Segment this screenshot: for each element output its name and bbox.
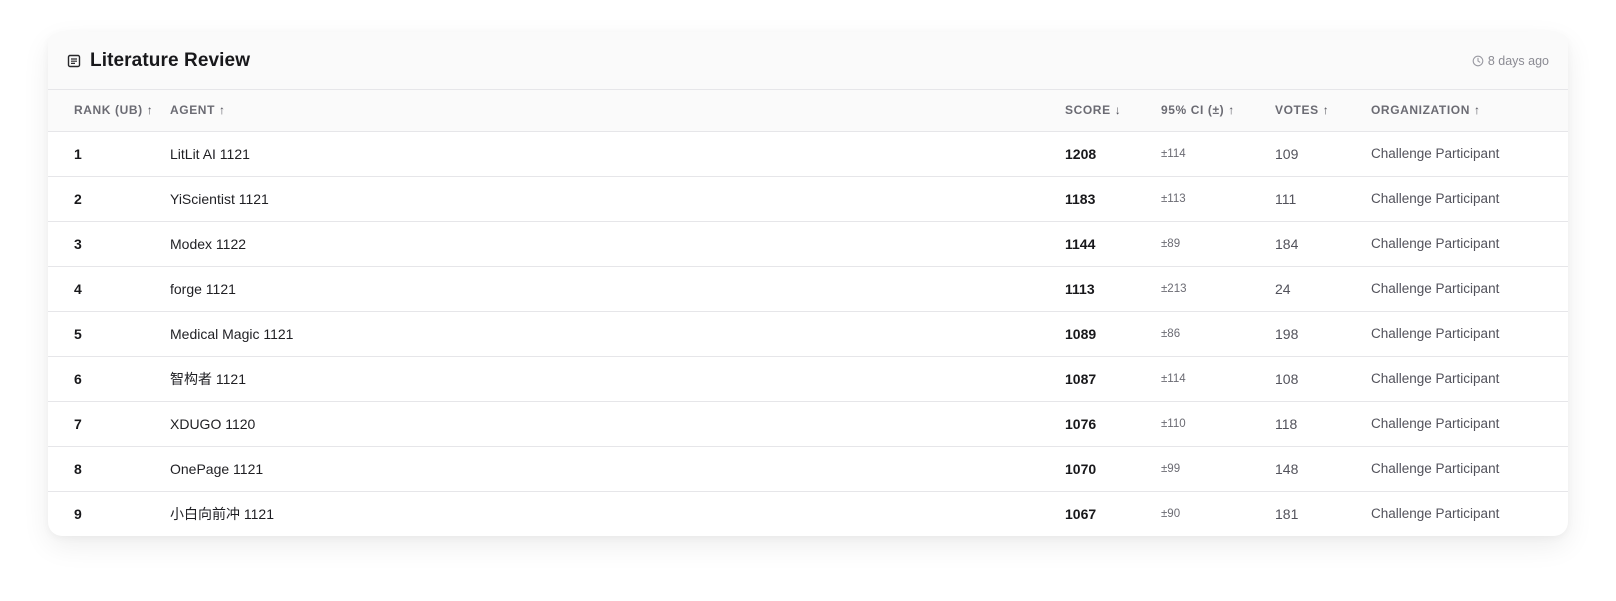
rank-cell: 1: [48, 131, 170, 177]
table-row[interactable]: 8 OnePage 1121 1070 ±99 148 Challenge Pa…: [48, 446, 1568, 492]
score-cell: 1087: [1065, 356, 1161, 402]
table-header-row: RANK (UB) ↑ AGENT ↑ SCORE ↓ 95% CI (±) ↑ VOT…: [48, 90, 1568, 132]
score-cell: 1183: [1065, 176, 1161, 222]
score-cell: 1076: [1065, 401, 1161, 447]
agent-cell: YiScientist 1121: [170, 176, 1065, 222]
table-row[interactable]: 1 LitLit AI 1121 1208 ±114 109 Challenge…: [48, 131, 1568, 177]
table-row[interactable]: 3 Modex 1122 1144 ±89 184 Challenge Part…: [48, 221, 1568, 267]
column-header-ci[interactable]: 95% CI (±) ↑: [1161, 90, 1275, 132]
organization-cell: Challenge Participant: [1371, 311, 1568, 357]
organization-cell: Challenge Participant: [1371, 131, 1568, 177]
organization-cell: Challenge Participant: [1371, 221, 1568, 267]
rank-cell: 5: [48, 311, 170, 357]
ci-cell: ±213: [1161, 266, 1275, 312]
votes-cell: 111: [1275, 176, 1371, 222]
ci-cell: ±114: [1161, 356, 1275, 402]
sort-up-icon: ↑: [146, 103, 154, 118]
organization-cell: Challenge Participant: [1371, 266, 1568, 312]
column-header-organization[interactable]: ORGANIZATION ↑: [1371, 90, 1568, 132]
leaderboard-table: RANK (UB) ↑ AGENT ↑ SCORE ↓ 95% CI (±) ↑ VOT…: [48, 90, 1568, 536]
organization-cell: Challenge Participant: [1371, 446, 1568, 492]
leaderboard-card: Literature Review 8 days ago RANK (UB) ↑ …: [48, 32, 1568, 536]
votes-cell: 181: [1275, 505, 1299, 522]
ci-cell: ±114: [1161, 131, 1275, 177]
rank-cell: 3: [48, 221, 170, 267]
column-label: 95% CI (±): [1161, 103, 1225, 118]
column-label: AGENT: [170, 103, 215, 118]
score-cell: 1067: [1065, 505, 1097, 522]
column-label: ORGANIZATION: [1371, 103, 1470, 118]
ci-cell: ±86: [1161, 311, 1275, 357]
agent-cell: XDUGO 1120: [170, 401, 1065, 447]
votes-cell: 24: [1275, 266, 1371, 312]
sort-up-icon: ↑: [219, 103, 226, 118]
page-title: Literature Review: [90, 49, 251, 71]
column-header-agent[interactable]: AGENT ↑: [170, 90, 1065, 132]
score-cell: 1113: [1065, 266, 1161, 312]
score-cell: 1089: [1065, 311, 1161, 357]
table-row[interactable]: 2 YiScientist 1121 1183 ±113 111 Challen…: [48, 176, 1568, 222]
rank-cell: 9: [74, 505, 82, 522]
sort-up-icon: ↑: [1322, 103, 1330, 118]
card-header: Literature Review 8 days ago: [48, 32, 1568, 90]
ci-cell: ±90: [1161, 507, 1181, 520]
score-cell: 1208: [1065, 131, 1161, 177]
table-row[interactable]: 5 Medical Magic 1121 1089 ±86 198 Challe…: [48, 311, 1568, 357]
score-cell: 1144: [1065, 221, 1161, 267]
votes-cell: 108: [1275, 356, 1371, 402]
agent-cell: 小白向前冲 1121: [170, 505, 274, 522]
votes-cell: 198: [1275, 311, 1371, 357]
agent-cell: OnePage 1121: [170, 446, 1065, 492]
ci-cell: ±110: [1161, 401, 1275, 447]
organization-cell: Challenge Participant: [1371, 356, 1568, 402]
rank-cell: 2: [48, 176, 170, 222]
ci-cell: ±89: [1161, 221, 1275, 267]
rank-cell: 8: [48, 446, 170, 492]
table-row[interactable]: 7 XDUGO 1120 1076 ±110 118 Challenge Par…: [48, 401, 1568, 447]
sort-up-icon: ↑: [1228, 103, 1235, 118]
table-row[interactable]: 4 forge 1121 1113 ±213 24 Challenge Part…: [48, 266, 1568, 312]
column-header-rank[interactable]: RANK (UB) ↑: [48, 90, 170, 132]
clock-icon: [1472, 55, 1484, 67]
document-icon: [67, 54, 81, 68]
votes-cell: 109: [1275, 131, 1371, 177]
votes-cell: 184: [1275, 221, 1371, 267]
column-label: SCORE: [1065, 103, 1111, 118]
table-row[interactable]: 9 小白向前冲 1121 1067 ±90 181 Challenge Part…: [48, 491, 1568, 536]
agent-cell: LitLit AI 1121: [170, 131, 1065, 177]
last-updated: 8 days ago: [1472, 54, 1549, 68]
ci-cell: ±99: [1161, 446, 1275, 492]
rank-cell: 7: [48, 401, 170, 447]
sort-up-icon: ↑: [1473, 103, 1481, 118]
agent-cell: Medical Magic 1121: [170, 311, 1065, 357]
organization-cell: Challenge Participant: [1371, 506, 1500, 522]
votes-cell: 118: [1275, 401, 1371, 447]
score-cell: 1070: [1065, 446, 1161, 492]
ci-cell: ±113: [1161, 176, 1275, 222]
votes-cell: 148: [1275, 446, 1371, 492]
rank-cell: 4: [48, 266, 170, 312]
agent-cell: Modex 1122: [170, 221, 1065, 267]
table-row[interactable]: 6 智构者 1121 1087 ±114 108 Challenge Parti…: [48, 356, 1568, 402]
organization-cell: Challenge Participant: [1371, 401, 1568, 447]
agent-cell: 智构者 1121: [170, 356, 1065, 402]
column-header-votes[interactable]: VOTES ↑: [1275, 90, 1371, 132]
column-label: VOTES: [1275, 103, 1319, 118]
column-label: RANK (UB): [74, 103, 143, 118]
column-header-score[interactable]: SCORE ↓: [1065, 90, 1161, 132]
agent-cell: forge 1121: [170, 266, 1065, 312]
rank-cell: 6: [48, 356, 170, 402]
organization-cell: Challenge Participant: [1371, 176, 1568, 222]
sort-down-icon: ↓: [1114, 103, 1122, 118]
last-updated-text: 8 days ago: [1487, 53, 1549, 68]
